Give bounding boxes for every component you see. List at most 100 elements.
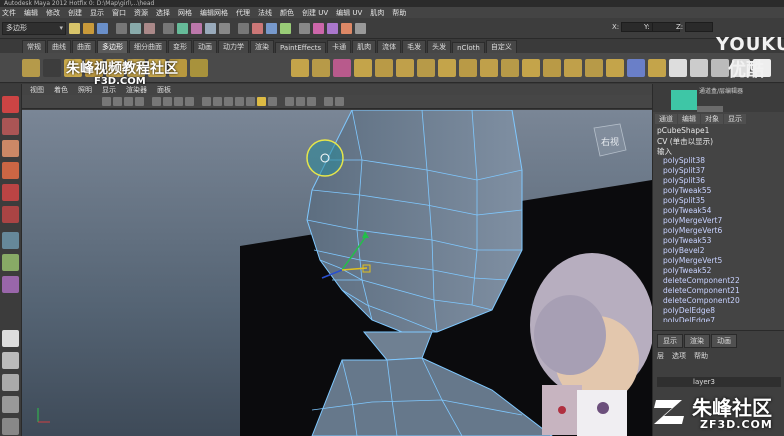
wireframe-icon[interactable] bbox=[202, 97, 211, 106]
panel-menu-lighting[interactable]: 照明 bbox=[78, 85, 92, 95]
select-object-icon[interactable] bbox=[130, 22, 141, 34]
render-settings-icon[interactable] bbox=[341, 22, 352, 34]
history-item[interactable]: polyTweak52 bbox=[653, 266, 784, 276]
insert-edge-loop-icon[interactable] bbox=[459, 58, 477, 77]
separate-icon[interactable] bbox=[312, 58, 330, 77]
history-item[interactable]: polySplit36 bbox=[653, 176, 784, 186]
menu-proxy[interactable]: 代理 bbox=[236, 8, 250, 18]
layout-four-icon[interactable] bbox=[2, 352, 19, 369]
menu-create-uv[interactable]: 创建 UV bbox=[302, 8, 328, 18]
history-item[interactable]: polySplit35 bbox=[653, 196, 784, 206]
shelf-menu-icon[interactable] bbox=[22, 58, 40, 77]
offset-edge-loop-icon[interactable] bbox=[480, 58, 498, 77]
mask-vertex-icon[interactable] bbox=[163, 22, 174, 34]
channel-tab-object[interactable]: 对象 bbox=[701, 114, 723, 124]
image-plane-icon[interactable] bbox=[135, 97, 144, 106]
menu-select[interactable]: 选择 bbox=[156, 8, 170, 18]
history-item[interactable]: deleteComponent21 bbox=[653, 286, 784, 296]
checker3-icon[interactable] bbox=[711, 58, 729, 77]
history-item[interactable]: polyDelEdge7 bbox=[653, 316, 784, 322]
viewport-3d[interactable]: 右视 bbox=[22, 110, 652, 436]
textured-icon[interactable] bbox=[235, 97, 244, 106]
shape-node-name[interactable]: pCubeShape1 bbox=[657, 126, 709, 135]
mask-uv-icon[interactable] bbox=[205, 22, 216, 34]
poke-icon[interactable] bbox=[564, 58, 582, 77]
grid-icon[interactable] bbox=[152, 97, 161, 106]
camera-attributes-icon[interactable] bbox=[113, 97, 122, 106]
show-manip-icon[interactable] bbox=[2, 276, 19, 293]
mirror-icon[interactable] bbox=[606, 58, 624, 77]
z-input[interactable] bbox=[685, 22, 714, 32]
shelf-tab-subdivs[interactable]: 细分曲面 bbox=[129, 40, 167, 53]
mask-edge-icon[interactable] bbox=[177, 22, 188, 34]
extrude-icon[interactable] bbox=[375, 58, 393, 77]
menu-muscle[interactable]: 肌肉 bbox=[370, 8, 384, 18]
layer-menu-layers[interactable]: 层 bbox=[657, 351, 664, 361]
panel-menu-shading[interactable]: 着色 bbox=[54, 85, 68, 95]
layer-row[interactable]: layer3 bbox=[657, 377, 781, 387]
layer-tab-anim[interactable]: 动画 bbox=[711, 334, 737, 348]
shelf-tab-deformation[interactable]: 变形 bbox=[168, 40, 192, 53]
merge-icon[interactable] bbox=[522, 58, 540, 77]
shelf-tab-animation[interactable]: 动画 bbox=[193, 40, 217, 53]
smooth-shade-icon[interactable] bbox=[213, 97, 222, 106]
shelf-tab-muscle[interactable]: 肌肉 bbox=[352, 40, 377, 53]
ambient-occlusion-icon[interactable] bbox=[335, 97, 344, 106]
shelf-tab-surfaces[interactable]: 曲面 bbox=[72, 40, 96, 53]
menu-normals[interactable]: 法线 bbox=[258, 8, 272, 18]
snap-curve-icon[interactable] bbox=[252, 22, 263, 34]
ipr-render-icon[interactable] bbox=[327, 22, 338, 34]
history-item[interactable]: polyMergeVert5 bbox=[653, 256, 784, 266]
xray-icon[interactable] bbox=[296, 97, 305, 106]
poly-prism-icon[interactable] bbox=[190, 58, 208, 77]
bevel-icon[interactable] bbox=[501, 58, 519, 77]
scale-tool-icon[interactable] bbox=[2, 206, 19, 223]
history-item[interactable]: polyBevel2 bbox=[653, 246, 784, 256]
combine-icon[interactable] bbox=[291, 58, 309, 77]
menu-edit[interactable]: 编辑 bbox=[24, 8, 38, 18]
gate-mask-icon[interactable] bbox=[185, 97, 194, 106]
isolate-select-icon[interactable] bbox=[285, 97, 294, 106]
lights-icon[interactable] bbox=[246, 97, 255, 106]
shelf-tab-custom[interactable]: 自定义 bbox=[485, 40, 517, 53]
lasso-tool-icon[interactable] bbox=[2, 118, 19, 135]
soft-mod-icon[interactable] bbox=[2, 254, 19, 271]
collapse-icon[interactable] bbox=[543, 58, 561, 77]
planar-mapping-icon[interactable] bbox=[627, 58, 645, 77]
select-hierarchy-icon[interactable] bbox=[116, 22, 127, 34]
channel-tab-channels[interactable]: 通道 bbox=[655, 114, 677, 124]
open-scene-icon[interactable] bbox=[83, 22, 94, 34]
layout-graph-icon[interactable] bbox=[2, 418, 19, 435]
history-item[interactable]: polyMergeVert7 bbox=[653, 216, 784, 226]
save-scene-icon[interactable] bbox=[97, 22, 108, 34]
uv-thumbnail-icon[interactable] bbox=[671, 90, 697, 110]
new-scene-icon[interactable] bbox=[69, 22, 80, 34]
menu-display[interactable]: 显示 bbox=[90, 8, 104, 18]
menu-window[interactable]: 窗口 bbox=[112, 8, 126, 18]
panel-menu-panels[interactable]: 面板 bbox=[157, 85, 171, 95]
shelf-tab-painteffects[interactable]: PaintEffects bbox=[275, 42, 327, 53]
layer-tab-display[interactable]: 显示 bbox=[657, 334, 683, 348]
layout-side-icon[interactable] bbox=[2, 374, 19, 391]
render-icon[interactable] bbox=[313, 22, 324, 34]
layer-menu-options[interactable]: 选项 bbox=[672, 351, 686, 361]
shelf-tab-hair[interactable]: 头发 bbox=[427, 40, 452, 53]
channel-tab-edit[interactable]: 编辑 bbox=[678, 114, 700, 124]
wireframe-on-shaded-icon[interactable] bbox=[224, 97, 233, 106]
panel-menu-view[interactable]: 视图 bbox=[30, 85, 44, 95]
menu-help[interactable]: 帮助 bbox=[392, 8, 406, 18]
snap-point-icon[interactable] bbox=[266, 22, 277, 34]
shelf-tab-curves[interactable]: 曲线 bbox=[47, 40, 71, 53]
snap-plane-icon[interactable] bbox=[280, 22, 291, 34]
smooth-icon[interactable] bbox=[354, 58, 372, 77]
shelf-tab-fluids[interactable]: 流体 bbox=[377, 40, 402, 53]
universal-tool-icon[interactable] bbox=[2, 232, 19, 249]
shelf-tab-fur[interactable]: 毛发 bbox=[402, 40, 427, 53]
film-gate-icon[interactable] bbox=[163, 97, 172, 106]
shelf-tab-general[interactable]: 常规 bbox=[22, 40, 46, 53]
bookmarks-icon[interactable] bbox=[124, 97, 133, 106]
history-item[interactable]: polyTweak54 bbox=[653, 206, 784, 216]
menu-edit-mesh[interactable]: 编辑网格 bbox=[200, 8, 228, 18]
checker-icon[interactable] bbox=[669, 58, 687, 77]
shelf-tab-toon[interactable]: 卡通 bbox=[327, 40, 352, 53]
